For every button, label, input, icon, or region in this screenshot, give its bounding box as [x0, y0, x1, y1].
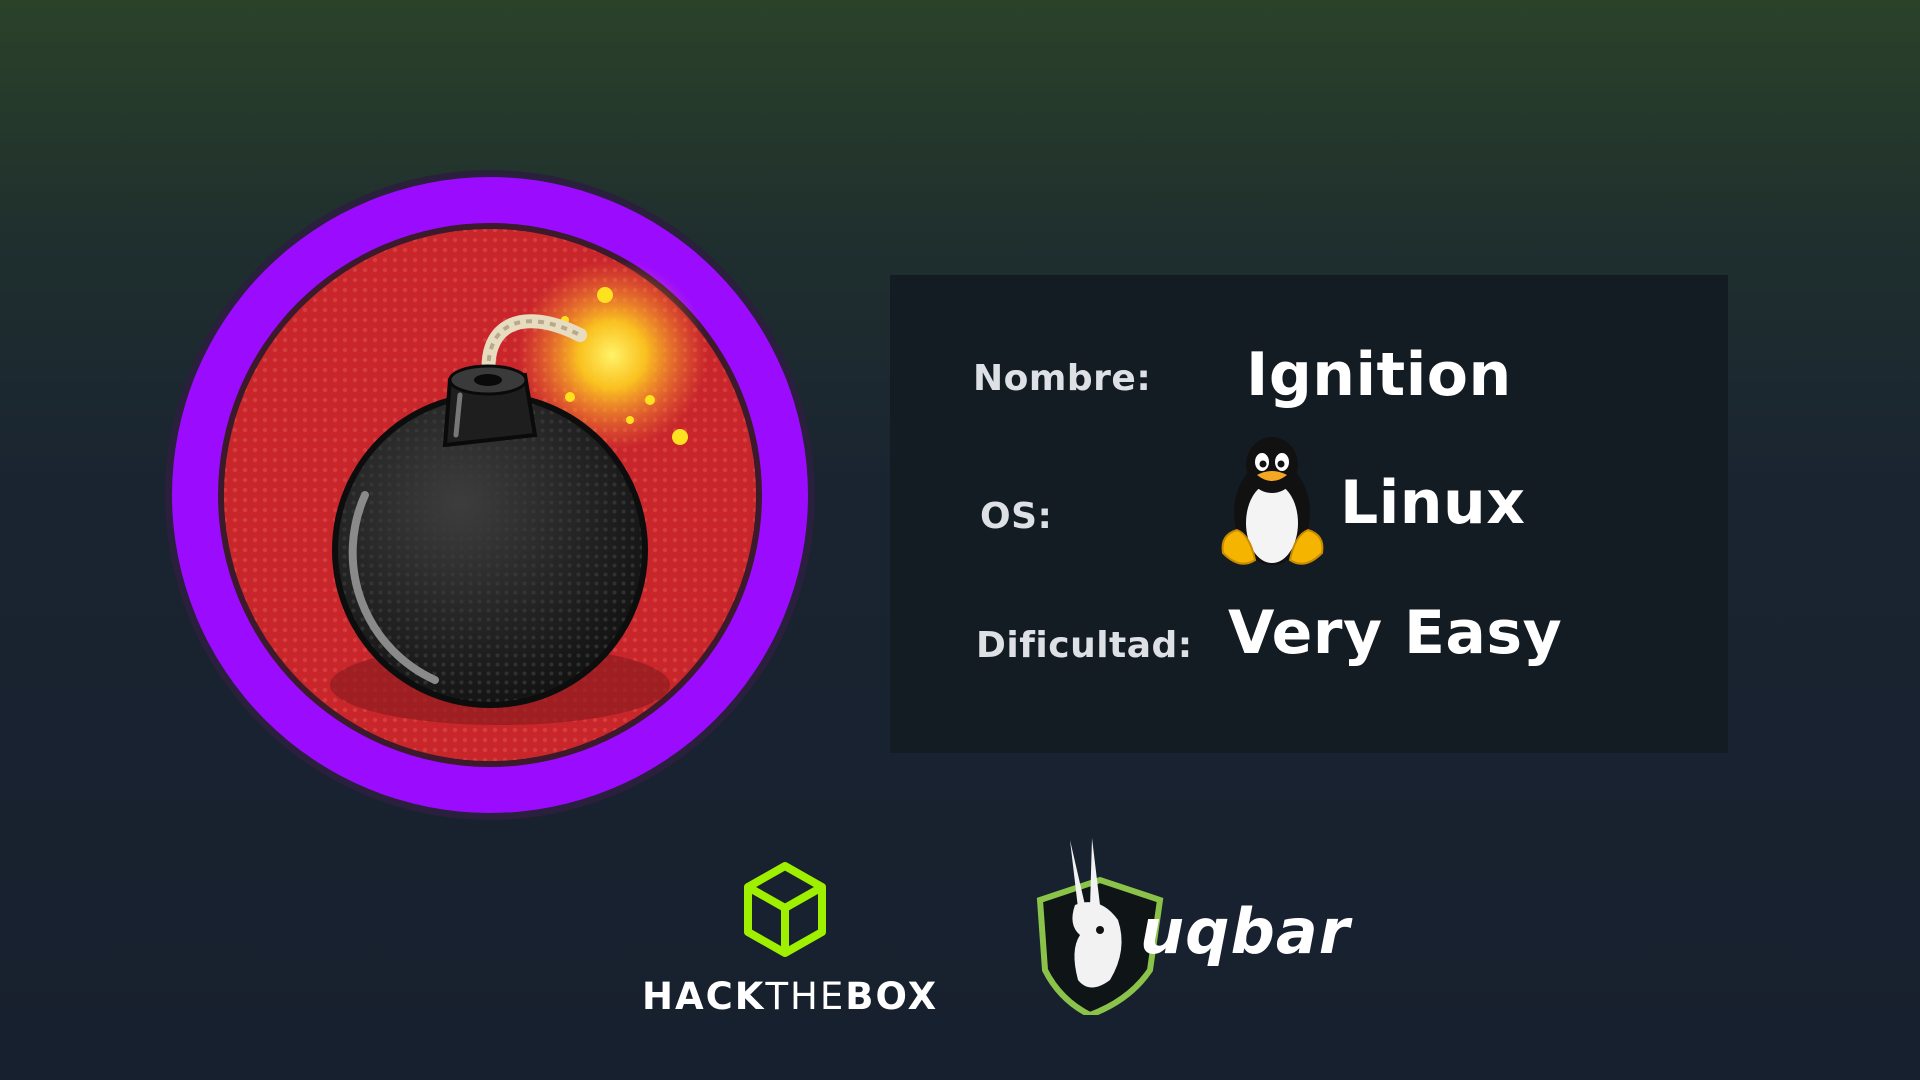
difficulty-value: Very Easy: [1228, 598, 1563, 668]
machine-badge-bomb-icon: [165, 170, 815, 820]
os-value: Linux: [1340, 468, 1526, 538]
name-label: Nombre:: [973, 358, 1152, 399]
hackthebox-cube-icon: [744, 862, 826, 957]
difficulty-label: Dificultad:: [976, 625, 1193, 666]
hackthebox-wordmark: HACKTHEBOX: [642, 975, 939, 1018]
machine-name: Ignition: [1246, 340, 1512, 410]
os-label: OS:: [980, 496, 1053, 537]
tux-penguin-icon: [1221, 437, 1324, 565]
uqbar-wordmark: uqbar: [1140, 895, 1351, 968]
